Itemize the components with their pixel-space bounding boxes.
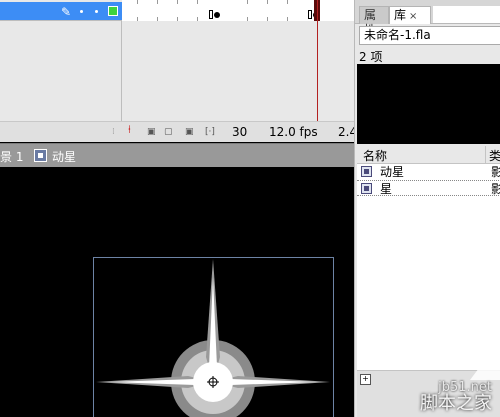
stage[interactable] — [0, 167, 354, 417]
keyframe-end-marker[interactable] — [308, 10, 312, 19]
library-item-type: 影 — [491, 181, 500, 197]
breadcrumb-symbol[interactable]: 动星 — [52, 148, 76, 165]
watermark-brand: 脚本之家 — [420, 393, 492, 414]
visibility-dot-icon[interactable] — [80, 10, 83, 13]
layer-name-cell[interactable]: ✎ — [0, 2, 122, 20]
column-name-header[interactable]: 名称 — [363, 147, 387, 164]
star-graphic[interactable] — [0, 167, 354, 417]
edit-multiple-frames-icon[interactable]: ▣ — [185, 127, 194, 137]
panel-tab-bar: 属性 库× — [355, 0, 500, 37]
watermark-logo — [470, 340, 500, 380]
tab-strip-filler — [433, 6, 500, 23]
frame-strip[interactable] — [122, 0, 357, 21]
library-column-header: 名称 类 — [357, 146, 500, 164]
movieclip-symbol-icon — [361, 166, 372, 177]
library-item[interactable]: 星 影 — [357, 180, 500, 196]
onion-skin-outlines-icon[interactable]: ▢ — [164, 127, 173, 137]
keyframe-end-marker[interactable] — [209, 10, 213, 19]
timeline-status-bar: ⁞ ⍿ ▣ ▢ ▣ [·] 30 12.0 fps 2.4 — [0, 121, 357, 142]
new-symbol-icon[interactable]: + — [360, 374, 371, 385]
tab-library[interactable]: 库 × — [389, 6, 431, 24]
close-icon[interactable]: × — [409, 11, 417, 22]
item-count: 2 项 — [359, 50, 383, 64]
breadcrumb-scene[interactable]: 景 1 — [0, 148, 23, 165]
library-item-name: 星 — [380, 182, 393, 196]
playhead-line[interactable] — [317, 0, 318, 122]
modify-markers-icon[interactable]: [·] — [205, 127, 215, 137]
tab-properties[interactable]: 属性 — [359, 6, 389, 37]
timeline-panel: ✎ ⁞ ⍿ ▣ ▢ ▣ [·] 30 12.0 fps 2.4 — [0, 0, 357, 142]
center-frame-icon[interactable]: ⍿ — [128, 124, 131, 135]
frame-rate-readout[interactable]: 12.0 fps — [269, 125, 318, 139]
movieclip-symbol-icon — [34, 149, 47, 162]
grip-icon: ⁞ — [112, 127, 115, 137]
library-item-type: 影 — [491, 164, 500, 180]
library-item-name: 动星 — [380, 165, 405, 179]
current-frame-readout: 30 — [232, 125, 248, 139]
lock-dot-icon[interactable] — [95, 10, 98, 13]
keyframe-dot[interactable] — [214, 12, 220, 18]
onion-skin-icon[interactable]: ▣ — [147, 127, 156, 137]
tab-library-label: 库 — [394, 8, 407, 22]
library-item[interactable]: 动星 影 — [357, 164, 500, 180]
pencil-icon: ✎ — [61, 5, 72, 19]
frames-area[interactable] — [0, 21, 357, 121]
movieclip-symbol-icon — [361, 183, 372, 194]
document-select[interactable]: 未命名-1.fla — [359, 26, 500, 45]
column-type-header[interactable]: 类 — [489, 147, 500, 164]
layer-row[interactable]: ✎ — [0, 0, 357, 21]
outline-color-icon[interactable] — [108, 6, 118, 16]
edit-bar: 景 1 动星 — [0, 143, 354, 167]
symbol-preview — [357, 64, 500, 144]
